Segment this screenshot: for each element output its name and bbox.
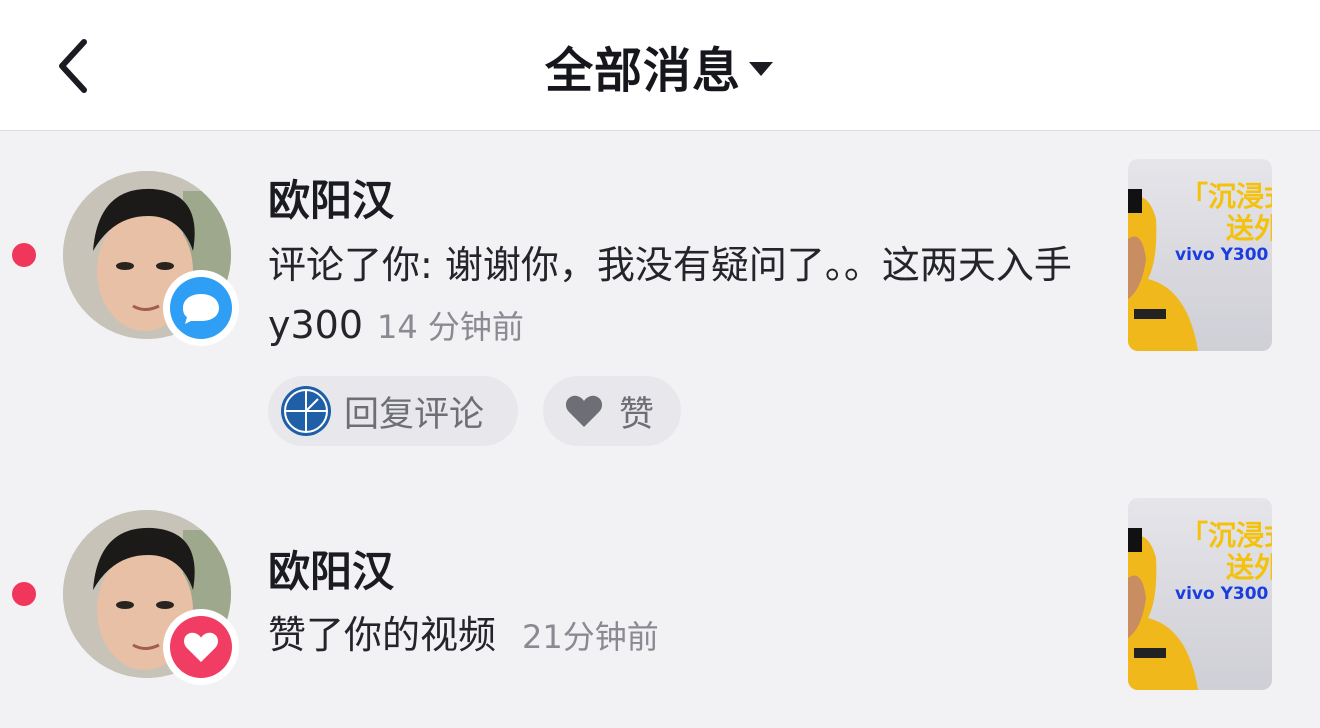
reply-avatar-icon [281, 386, 331, 436]
video-thumbnail[interactable]: 「沉浸式 送外 vivo Y300 Pr [1128, 498, 1272, 690]
thumbnail-subtitle: vivo Y300 Pr [1175, 245, 1272, 265]
reply-comment-button[interactable]: 回复评论 [268, 376, 518, 446]
reply-comment-label: 回复评论 [344, 394, 485, 435]
heart-icon [184, 632, 218, 663]
like-button[interactable]: 赞 [543, 376, 681, 446]
top-nav-bar: 全部消息 [0, 0, 1320, 131]
notification-message: 评论了你: 谢谢你，我没有疑问了。。这两天入手 y300 14 分钟前 [268, 235, 1088, 357]
like-label: 赞 [619, 394, 655, 435]
unread-indicator [12, 582, 36, 606]
notification-item[interactable]: 欧阳汉 评论了你: 谢谢你，我没有疑问了。。这两天入手 y300 14 分钟前 回… [0, 131, 1320, 481]
timestamp: 21分钟前 [522, 618, 659, 656]
page-title: 全部消息 [544, 43, 741, 99]
thumbnail-title-line2: 送外 [1226, 212, 1272, 245]
user-name[interactable]: 欧阳汉 [268, 167, 394, 228]
user-avatar-button[interactable] [63, 510, 239, 685]
caret-down-icon [749, 62, 773, 76]
message-filter-dropdown[interactable]: 全部消息 [0, 34, 1320, 99]
unread-indicator [12, 243, 36, 267]
user-name[interactable]: 欧阳汉 [268, 538, 394, 599]
user-avatar-button[interactable] [63, 171, 239, 346]
thumbnail-subtitle: vivo Y300 Pr [1175, 584, 1272, 604]
video-thumbnail[interactable]: 「沉浸式 送外 vivo Y300 Pr [1128, 159, 1272, 351]
avatar-badge [163, 270, 239, 346]
timestamp: 14 分钟前 [377, 308, 524, 346]
message-text: 赞了你的视频 [268, 613, 497, 657]
avatar-badge [163, 609, 239, 685]
comment-bubble-icon [183, 294, 219, 324]
thumbnail-title-line2: 送外 [1226, 551, 1272, 584]
notification-message: 赞了你的视频 21分钟前 [268, 605, 1088, 667]
notification-item[interactable]: 欧阳汉 赞了你的视频 21分钟前 「沉浸式 送外 vivo Y300 Pr [0, 481, 1320, 728]
heart-icon [565, 395, 603, 427]
